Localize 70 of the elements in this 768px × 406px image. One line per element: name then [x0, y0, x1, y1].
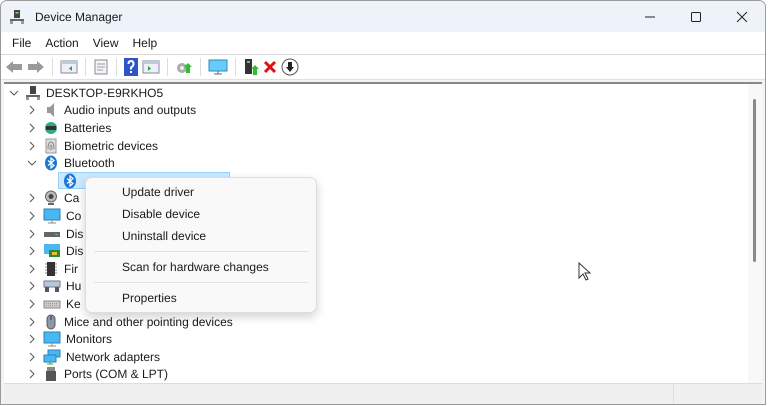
context-menu-item[interactable]: Update driver	[86, 181, 316, 203]
context-menu-item[interactable]: Scan for hardware changes	[86, 256, 316, 278]
battery-icon	[43, 120, 59, 136]
tree-item[interactable]: Batteries	[62, 120, 114, 135]
input-device-icon	[43, 278, 61, 294]
menu-item[interactable]: Action	[38, 36, 86, 50]
collapse-icon[interactable]	[9, 88, 19, 98]
context-menu-item[interactable]: Disable device	[86, 203, 316, 225]
bluetooth-icon	[43, 155, 59, 172]
expand-icon[interactable]	[27, 105, 37, 116]
help-icon[interactable]	[124, 58, 138, 76]
tree-item[interactable]: Ports (COM & LPT)	[62, 367, 170, 382]
computer-icon	[9, 8, 25, 24]
expand-icon[interactable]	[27, 246, 37, 256]
tree-item[interactable]: Hu	[64, 279, 84, 294]
chip-icon	[43, 260, 59, 277]
tree-item[interactable]: Mice and other pointing devices	[62, 314, 235, 329]
context-menu-item[interactable]: Uninstall device	[86, 225, 316, 247]
scrollbar[interactable]	[753, 99, 756, 262]
properties-icon[interactable]	[93, 59, 109, 75]
expand-icon[interactable]	[27, 210, 37, 221]
tree-item[interactable]: Co	[64, 208, 84, 223]
back-icon[interactable]	[5, 59, 23, 75]
expand-icon[interactable]	[27, 316, 37, 327]
menu-item[interactable]: View	[86, 36, 126, 50]
tree-item[interactable]: Dis	[64, 244, 86, 258]
update-driver-icon[interactable]	[243, 58, 259, 76]
webcam-icon	[43, 190, 59, 206]
expand-icon[interactable]	[27, 264, 37, 274]
disk-drive-icon	[43, 232, 61, 238]
expand-icon[interactable]	[27, 122, 37, 133]
download-icon[interactable]	[281, 58, 299, 76]
expand-icon[interactable]	[27, 334, 37, 344]
cursor-icon	[578, 262, 591, 281]
console-tree-icon[interactable]	[60, 59, 78, 75]
context-menu-item[interactable]: Properties	[86, 287, 316, 309]
tree-item[interactable]: Bluetooth	[62, 156, 117, 170]
delete-icon[interactable]	[263, 60, 277, 74]
tree-item[interactable]: Monitors	[64, 332, 114, 346]
expand-icon[interactable]	[27, 281, 37, 292]
action-pane-icon[interactable]	[142, 59, 160, 75]
menu-item[interactable]: Help	[126, 36, 164, 50]
tree-item[interactable]: Fir	[62, 262, 80, 276]
display-adapter-icon	[43, 243, 61, 260]
tree-item[interactable]: Network adapters	[64, 350, 162, 364]
monitor-icon[interactable]	[208, 59, 228, 75]
close-icon	[736, 10, 748, 22]
tree-item[interactable]: Audio inputs and outputs	[62, 103, 198, 118]
tree-item[interactable]: Ca	[62, 191, 82, 206]
menu-item[interactable]: File	[5, 36, 38, 50]
fingerprint-icon	[43, 138, 59, 154]
window-title: Device Manager	[35, 10, 122, 24]
network-icon	[43, 348, 61, 365]
tree-item[interactable]: Ke	[64, 296, 83, 311]
expand-icon[interactable]	[27, 298, 37, 309]
bluetooth-icon	[62, 172, 78, 189]
computer-icon	[25, 84, 41, 101]
maximize-icon	[690, 10, 702, 22]
expand-icon[interactable]	[27, 369, 37, 380]
expand-icon[interactable]	[27, 228, 37, 239]
expand-icon[interactable]	[27, 352, 37, 362]
tree-item[interactable]: Dis	[64, 226, 86, 241]
monitor-icon	[43, 331, 61, 348]
tree-item[interactable]: DESKTOP-E9RKHO5	[44, 86, 166, 100]
tree-item[interactable]: Biometric devices	[62, 138, 160, 153]
collapse-icon[interactable]	[27, 158, 37, 168]
forward-icon[interactable]	[27, 59, 45, 75]
monitor-icon	[43, 208, 61, 224]
expand-icon[interactable]	[27, 140, 37, 151]
expand-icon[interactable]	[27, 193, 37, 204]
